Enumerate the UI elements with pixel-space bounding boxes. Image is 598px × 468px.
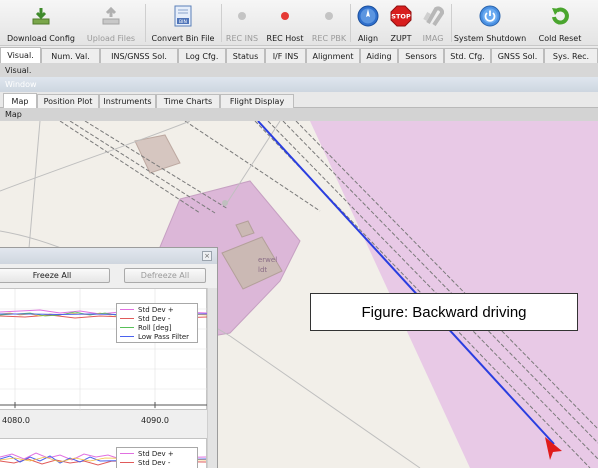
legend-swatch: [120, 336, 134, 337]
download-config-button[interactable]: Download Config: [4, 2, 78, 44]
legend-label: Roll [deg]: [138, 323, 172, 332]
tab-position-plot[interactable]: Position Plot: [37, 94, 99, 108]
rec-ins-button[interactable]: REC INS: [224, 2, 260, 44]
upload-icon: [99, 4, 123, 28]
roll-chart-legend: Std Dev + Std Dev - Roll [deg] Low Pass …: [116, 303, 198, 343]
stop-sign-icon: STOP: [389, 4, 413, 28]
imag-label: IMAG: [422, 34, 444, 43]
bin-icon-text: BIN: [179, 19, 187, 25]
rec-pbk-button[interactable]: REC PBK: [310, 2, 348, 44]
tab-ins-gnss-sol[interactable]: INS/GNSS Sol.: [100, 48, 178, 63]
tab-aiding[interactable]: Aiding: [360, 48, 398, 63]
toolbar-separator: [451, 4, 452, 42]
legend-entry: Std Dev -: [120, 314, 194, 323]
legend-entry: Low Pass Filter: [120, 332, 194, 341]
tab-sensors[interactable]: Sensors: [398, 48, 444, 63]
zupt-button[interactable]: STOP ZUPT: [386, 2, 416, 44]
figure-caption: Figure: Backward driving: [310, 293, 578, 331]
tab-instruments[interactable]: Instruments: [99, 94, 156, 108]
visual-sub-tab-bar: Map Position Plot Instruments Time Chart…: [0, 92, 598, 108]
imag-button[interactable]: IMAG: [418, 2, 448, 44]
download-config-label: Download Config: [7, 34, 75, 43]
legend-label: Std Dev +: [138, 305, 174, 314]
legend-entry: Roll [deg]: [120, 323, 194, 332]
time-charts-floating-window[interactable]: × Freeze All Defreeze All Std Dev + Std …: [0, 247, 218, 468]
record-dot-icon: [273, 4, 297, 28]
legend-swatch: [120, 453, 134, 454]
system-shutdown-label: System Shutdown: [453, 34, 527, 43]
upload-files-label: Upload Files: [86, 34, 136, 43]
second-time-chart[interactable]: Std Dev + Std Dev -: [0, 438, 207, 468]
convert-bin-file-button[interactable]: BIN Convert Bin File: [148, 2, 218, 44]
defreeze-all-button[interactable]: Defreeze All: [124, 268, 206, 283]
tab-flight-display[interactable]: Flight Display: [220, 94, 294, 108]
tab-sys-rec[interactable]: Sys. Rec.: [544, 48, 598, 63]
toolbar: Download Config Upload Files BIN Convert…: [0, 0, 598, 46]
tab-std-cfg[interactable]: Std. Cfg.: [444, 48, 491, 63]
section-label-map: Map: [0, 108, 598, 121]
system-shutdown-button[interactable]: System Shutdown: [454, 2, 526, 44]
cold-reset-label: Cold Reset: [538, 34, 582, 43]
legend-swatch: [120, 309, 134, 310]
rec-pbk-label: REC PBK: [311, 34, 347, 43]
rec-host-button[interactable]: REC Host: [263, 2, 307, 44]
legend-swatch: [120, 318, 134, 319]
record-dot-icon: [317, 4, 341, 28]
roll-time-chart[interactable]: Std Dev + Std Dev - Roll [deg] Low Pass …: [0, 288, 208, 411]
tab-if-ins[interactable]: I/F INS: [265, 48, 306, 63]
legend-label: Std Dev -: [138, 458, 171, 467]
legend-entry: Std Dev -: [120, 458, 194, 467]
download-icon: [29, 4, 53, 28]
magnet-icon: [421, 4, 445, 28]
legend-label: Low Pass Filter: [138, 332, 190, 341]
rec-host-label: REC Host: [266, 34, 304, 43]
map-label: erwel: [258, 256, 277, 264]
legend-swatch: [120, 327, 134, 328]
align-button[interactable]: Align: [353, 2, 383, 44]
toolbar-separator: [145, 4, 146, 42]
main-tab-bar: Visual. Num. Val. INS/GNSS Sol. Log Cfg.…: [0, 47, 598, 63]
tab-log-cfg[interactable]: Log Cfg.: [178, 48, 226, 63]
map-label: ldt: [258, 266, 267, 274]
window-title-bar: Window: [0, 77, 598, 92]
tab-visual[interactable]: Visual.: [0, 47, 41, 63]
upload-files-button[interactable]: Upload Files: [80, 2, 142, 44]
tab-alignment[interactable]: Alignment: [306, 48, 360, 63]
tab-gnss-sol[interactable]: GNSS Sol.: [491, 48, 544, 63]
record-dot-icon: [230, 4, 254, 28]
close-icon[interactable]: ×: [202, 251, 212, 261]
tab-map[interactable]: Map: [3, 93, 37, 108]
freeze-all-button[interactable]: Freeze All: [0, 268, 110, 283]
zupt-label: ZUPT: [390, 34, 412, 43]
floating-window-title-bar[interactable]: ×: [0, 248, 217, 264]
second-chart-legend: Std Dev + Std Dev -: [116, 447, 198, 468]
chart-scrollbar[interactable]: [207, 288, 217, 468]
toolbar-separator: [221, 4, 222, 42]
tab-num-val[interactable]: Num. Val.: [41, 48, 100, 63]
convert-bin-file-label: Convert Bin File: [151, 34, 215, 43]
power-icon: [478, 4, 502, 28]
align-label: Align: [357, 34, 379, 43]
reset-icon: [548, 4, 572, 28]
legend-label: Std Dev +: [138, 449, 174, 458]
cold-reset-button[interactable]: Cold Reset: [530, 2, 590, 44]
legend-entry: Std Dev +: [120, 449, 194, 458]
building: [134, 134, 181, 174]
tab-time-charts[interactable]: Time Charts: [156, 94, 220, 108]
legend-swatch: [120, 462, 134, 463]
stop-icon-text: STOP: [391, 13, 411, 21]
x-tick-label: 4090.0: [141, 416, 169, 425]
legend-entry: Std Dev +: [120, 305, 194, 314]
toolbar-separator: [350, 4, 351, 42]
compass-icon: [356, 4, 380, 28]
rec-ins-label: REC INS: [225, 34, 259, 43]
section-label-visual: Visual.: [0, 63, 598, 77]
bin-file-icon: BIN: [171, 4, 195, 28]
legend-label: Std Dev -: [138, 314, 171, 323]
x-tick-label: 4080.0: [2, 416, 30, 425]
tab-status[interactable]: Status: [226, 48, 265, 63]
map-node: [222, 200, 228, 206]
